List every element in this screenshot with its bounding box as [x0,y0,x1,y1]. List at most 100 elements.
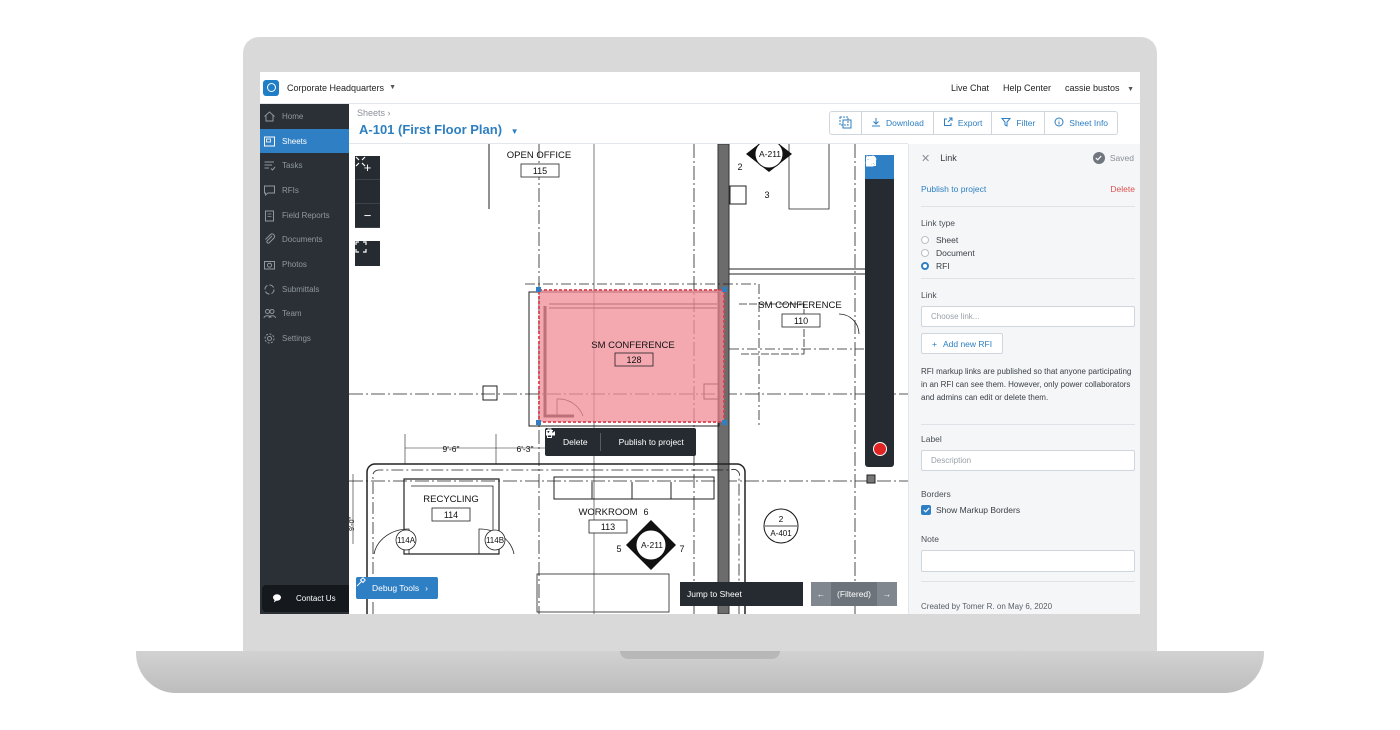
next-sheet-button[interactable]: → [877,582,897,606]
compare-button[interactable] [829,111,862,135]
publish-to-project-link[interactable]: Publish to project [921,184,986,194]
show-markup-borders-checkbox[interactable]: Show Markup Borders [921,505,1020,515]
sheet-info-button[interactable]: Sheet Info [1044,111,1119,135]
text-tool[interactable] [865,156,894,320]
link-panel: ✕ Link Saved Publish to project Delete L… [908,144,1140,614]
door-tag: 114B [486,536,504,545]
sidebar-item-sheets[interactable]: Sheets [260,128,349,154]
section-number: 3 [764,190,769,200]
jump-to-sheet-button[interactable]: Jump to Sheet [680,582,803,606]
section-number: 6 [643,507,648,517]
radio-checked-icon [921,262,929,270]
photo-tool[interactable] [865,156,894,438]
description-input[interactable]: Description [921,450,1135,471]
publish-markup-button[interactable]: Publish to project [546,428,696,456]
user-name: cassie bustos [1065,82,1120,93]
sheet-title-selector[interactable]: A-101 (First Floor Plan) ▼ [359,122,519,137]
close-icon[interactable]: ✕ [921,152,930,165]
live-chat-link[interactable]: Live Chat [951,83,989,93]
room-number: 110 [794,316,808,326]
filter-icon [1001,117,1012,129]
sidebar-item-submittals[interactable]: Submittals [260,277,349,302]
chevron-down-icon[interactable]: ▼ [389,84,396,91]
divider [921,278,1135,279]
arrow-left-icon: ← [816,589,826,599]
sidebar-item-settings[interactable]: Settings [260,326,349,351]
debug-tools-button[interactable]: Debug Tools › [356,577,438,599]
color-picker[interactable] [865,437,894,461]
choose-link-placeholder: Choose link... [931,312,980,321]
fullscreen-button[interactable] [355,241,380,266]
detail-number: 2 [779,514,784,524]
publish-label: Publish to project [618,437,684,447]
download-icon [871,117,881,129]
delete-link[interactable]: Delete [1110,184,1135,194]
measure-tool[interactable] [865,155,894,391]
pen-tool[interactable] [865,155,894,273]
filtered-label: (Filtered) [836,589,871,599]
download-button[interactable]: Download [861,111,934,135]
room-name: SM CONFERENCE [758,300,841,311]
camera-icon [263,258,276,271]
camera-icon [866,156,876,166]
filtered-navigation: ← (Filtered) → [811,582,897,606]
choose-link-input[interactable]: Choose link... [921,306,1135,327]
note-input[interactable] [921,550,1135,572]
sidebar-item-label: Team [282,309,302,319]
delete-label: Delete [563,437,588,447]
arrow-tool[interactable] [865,156,894,250]
radio-document[interactable]: Document [921,248,975,258]
dimension-label: 9'-6" [443,444,460,454]
task-tool[interactable] [865,157,894,414]
project-selector[interactable]: Corporate Headquarters [287,83,384,93]
radio-label: RFI [936,261,950,271]
drawing-canvas[interactable]: OPEN OFFICE 115 SM CONFERENCE 128 SM CON… [349,144,908,614]
pan-tool[interactable] [865,155,894,203]
previous-sheet-button[interactable]: ← [811,582,831,606]
sheets-icon [263,135,276,148]
app-logo-icon[interactable] [263,79,279,96]
info-icon [1054,117,1064,129]
radio-sheet[interactable]: Sheet [921,235,958,245]
room-number: 128 [626,355,641,365]
sheet-toolbar: Download Export Filter Sheet Info [829,111,1119,135]
help-center-link[interactable]: Help Center [1003,83,1051,93]
filter-button[interactable]: Filter [991,111,1046,135]
sidebar-item-label: Photos [282,259,307,269]
sidebar-item-label: Tasks [282,161,303,171]
link-tool[interactable] [865,157,894,367]
add-new-rfi-button[interactable]: + Add new RFI [921,333,1004,354]
fullscreen-icon [355,241,367,253]
room-name: WORKROOM [578,507,637,518]
sheet-header: Sheets › A-101 (First Floor Plan) ▼ [349,104,908,144]
section-number: 5 [616,544,621,554]
zoom-out-button[interactable]: − [355,204,380,228]
user-menu[interactable]: cassie bustos ▼ [1065,83,1134,93]
door-tag: 114A [397,536,416,545]
cloud-tool[interactable] [865,156,894,226]
sidebar-item-documents[interactable]: Documents [260,227,349,252]
radio-rfi[interactable]: RFI [921,261,950,271]
sidebar-item-home[interactable]: Home [260,104,349,129]
contact-us-button[interactable]: Contact Us [262,585,354,612]
page-title: A-101 (First Floor Plan) [359,122,503,137]
breadcrumb[interactable]: Sheets › [357,108,391,118]
jump-label: Jump to Sheet [687,589,742,599]
sidebar-item-rfis[interactable]: RFIs [260,178,349,203]
sidebar-item-photos[interactable]: Photos [260,252,349,277]
zoom-reset-button[interactable] [355,156,380,204]
export-button[interactable]: Export [932,111,993,135]
sidebar-item-label: Settings [282,334,311,344]
borders-label: Borders [921,489,951,499]
divider [921,424,1135,425]
shapes-tool[interactable] [865,155,894,344]
sidebar-item-tasks[interactable]: Tasks [260,153,349,178]
sidebar-item-label: Documents [282,235,323,245]
sidebar-item-team[interactable]: Team [260,302,349,327]
note-label: Note [921,534,939,544]
chevron-right-icon: › [425,583,428,593]
highlighter-tool[interactable] [865,155,894,297]
top-bar: Corporate Headquarters ▼ Live Chat Help … [260,72,1140,104]
sidebar-item-field-reports[interactable]: Field Reports [260,203,349,228]
selection-popup: Delete Publish to project [545,428,696,456]
